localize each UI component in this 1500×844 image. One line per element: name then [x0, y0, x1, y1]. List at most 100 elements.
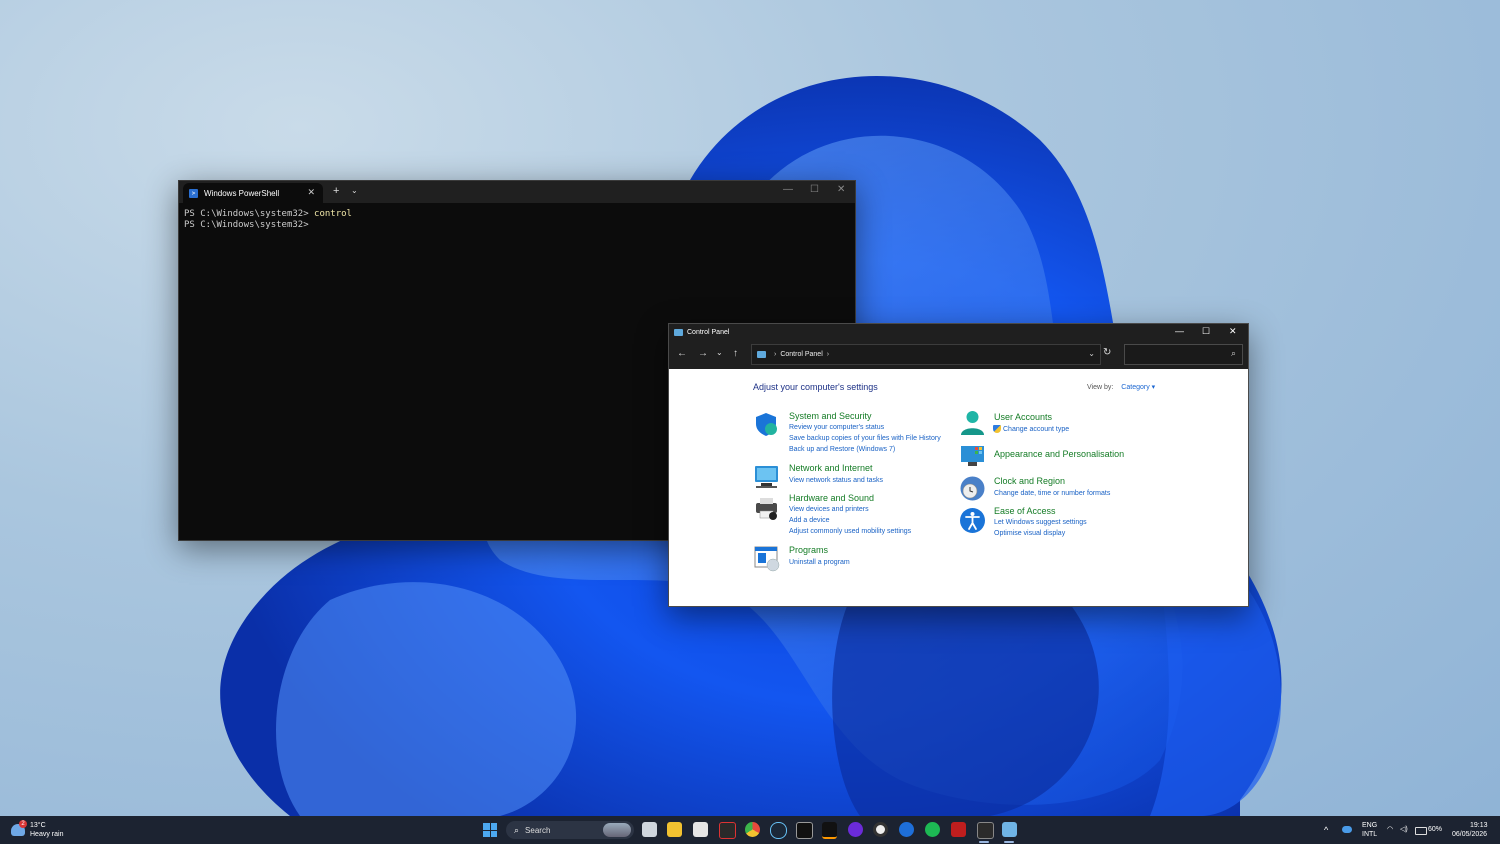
- link-uninstall-program[interactable]: Uninstall a program: [789, 559, 850, 566]
- control-panel-titlebar[interactable]: Control Panel — ☐ ✕: [669, 324, 1248, 340]
- link-devices-printers[interactable]: View devices and printers: [789, 506, 869, 513]
- breadcrumb-separator: ›: [774, 351, 777, 358]
- link-windows-suggest-settings[interactable]: Let Windows suggest settings: [994, 519, 1087, 526]
- weather-widget[interactable]: 2 13°C Heavy rain: [8, 820, 78, 842]
- minimize-button[interactable]: —: [783, 184, 793, 195]
- address-bar[interactable]: › Control Panel › ⌄: [751, 344, 1101, 365]
- powershell-icon: >: [189, 188, 198, 198]
- tab-windows-powershell[interactable]: > Windows PowerShell ✕: [183, 183, 323, 203]
- taskbar: 2 13°C Heavy rain ⌕ Search ^ ENG INTL ◠ …: [0, 816, 1500, 844]
- uac-shield-icon: [993, 425, 1001, 433]
- filezilla-icon[interactable]: [951, 822, 966, 837]
- steam-icon[interactable]: [770, 822, 787, 839]
- battery-percent[interactable]: 60%: [1428, 826, 1442, 834]
- minimize-button[interactable]: —: [1175, 326, 1184, 336]
- up-button[interactable]: ↑: [733, 348, 738, 359]
- breadcrumb-chevron[interactable]: ›: [827, 351, 829, 358]
- tab-close-button[interactable]: ✕: [307, 187, 315, 198]
- maximize-button[interactable]: ☐: [810, 184, 819, 195]
- forward-button[interactable]: →: [698, 348, 708, 359]
- link-optimise-visual-display[interactable]: Optimise visual display: [994, 530, 1065, 537]
- tab-title: Windows PowerShell: [204, 188, 280, 198]
- monitor-icon: [961, 446, 984, 466]
- clock-time[interactable]: 19:13: [1470, 822, 1488, 830]
- clock-date[interactable]: 06/05/2026: [1452, 831, 1487, 839]
- epic-icon[interactable]: [796, 822, 813, 839]
- link-file-history[interactable]: Save backup copies of your files with Fi…: [789, 435, 941, 442]
- terminal-active-indicator: [979, 841, 989, 843]
- spotify-icon[interactable]: [925, 822, 940, 837]
- control-panel-icon: [674, 328, 683, 336]
- printer-icon: [756, 498, 777, 520]
- taskbar-search[interactable]: ⌕ Search: [506, 821, 634, 839]
- back-button[interactable]: ←: [677, 348, 687, 359]
- folder-icon[interactable]: [667, 822, 682, 837]
- address-dropdown-button[interactable]: ⌄: [1088, 349, 1095, 358]
- shield-icon: [756, 413, 777, 436]
- language-layout[interactable]: INTL: [1362, 831, 1377, 839]
- terminal-output[interactable]: PS C:\Windows\system32> control PS C:\Wi…: [179, 203, 855, 237]
- weather-temperature: 13°C: [30, 822, 46, 829]
- terminal-titlebar[interactable]: > Windows PowerShell ✕ + ⌄ — ☐ ✕: [179, 181, 855, 203]
- link-add-device[interactable]: Add a device: [789, 517, 829, 524]
- link-date-time-formats[interactable]: Change date, time or number formats: [994, 490, 1110, 497]
- start-icon[interactable]: [483, 823, 497, 837]
- control-panel-window[interactable]: Control Panel — ☐ ✕ ← → ⌄ ↑ › Control Pa…: [668, 323, 1249, 607]
- link-network-status[interactable]: View network status and tasks: [789, 477, 883, 484]
- close-button[interactable]: ✕: [1229, 326, 1237, 337]
- breadcrumb-control-panel[interactable]: Control Panel: [780, 351, 822, 358]
- control-panel-content: Adjust your computer's settings View by:…: [669, 369, 1248, 604]
- maximize-button[interactable]: ☐: [1202, 326, 1210, 337]
- media-icon[interactable]: [719, 822, 736, 839]
- prompt-line-2: PS C:\Windows\system32>: [184, 220, 309, 230]
- category-user-accounts[interactable]: User Accounts: [994, 412, 1052, 422]
- battery-icon[interactable]: [1415, 827, 1427, 835]
- language-code[interactable]: ENG: [1362, 822, 1377, 830]
- volume-icon[interactable]: ◁): [1400, 826, 1408, 834]
- show-hidden-icons-button[interactable]: ^: [1324, 826, 1328, 835]
- tab-dropdown-button[interactable]: ⌄: [351, 186, 358, 195]
- category-appearance-and-personalisation[interactable]: Appearance and Personalisation: [994, 449, 1124, 459]
- category-clock-and-region[interactable]: Clock and Region: [994, 476, 1065, 486]
- view-by-label: View by:: [1087, 384, 1114, 391]
- control-panel-icon[interactable]: [1002, 822, 1017, 837]
- network-icon: [755, 466, 778, 488]
- close-button[interactable]: ✕: [837, 184, 845, 195]
- chrome-icon[interactable]: [745, 822, 760, 837]
- search-icon: ⌕: [1230, 348, 1236, 358]
- category-system-and-security[interactable]: System and Security: [789, 411, 872, 421]
- amazon-icon[interactable]: [822, 822, 837, 839]
- control-panel-icon: [757, 351, 766, 358]
- category-programs[interactable]: Programs: [789, 545, 828, 555]
- view-by-dropdown[interactable]: Category ▾: [1121, 384, 1155, 391]
- terminal-icon[interactable]: [977, 822, 994, 839]
- search-input[interactable]: ⌕: [1124, 344, 1243, 365]
- navigation-bar: ← → ⌄ ↑ › Control Panel › ⌄ ↻ ⌕: [669, 340, 1248, 369]
- search-icon: ⌕: [514, 824, 520, 835]
- obs-icon[interactable]: [873, 822, 888, 837]
- link-backup-restore[interactable]: Back up and Restore (Windows 7): [789, 446, 895, 453]
- task-view-icon[interactable]: [642, 822, 657, 837]
- circle-app-icon[interactable]: [848, 822, 863, 837]
- category-network-and-internet[interactable]: Network and Internet: [789, 463, 873, 473]
- wifi-icon[interactable]: ◠: [1387, 826, 1393, 834]
- search-highlight-image: [603, 823, 631, 837]
- refresh-button[interactable]: ↻: [1103, 347, 1111, 358]
- command-text: control: [314, 209, 352, 219]
- search-label: Search: [525, 825, 551, 835]
- control-panel-active-indicator: [1004, 841, 1014, 843]
- category-hardware-and-sound[interactable]: Hardware and Sound: [789, 493, 874, 503]
- remote-icon[interactable]: [899, 822, 914, 837]
- store-icon[interactable]: [693, 822, 708, 837]
- cloud-icon[interactable]: [1342, 826, 1352, 833]
- link-change-account-type[interactable]: Change account type: [1003, 426, 1069, 433]
- new-tab-button[interactable]: +: [333, 185, 339, 197]
- recent-locations-button[interactable]: ⌄: [716, 348, 723, 357]
- page-title: Adjust your computer's settings: [753, 382, 878, 392]
- programs-icon: [754, 546, 780, 572]
- category-ease-of-access[interactable]: Ease of Access: [994, 506, 1056, 516]
- link-review-status[interactable]: Review your computer's status: [789, 424, 884, 431]
- link-mobility-settings[interactable]: Adjust commonly used mobility settings: [789, 528, 911, 535]
- prompt-line-1: PS C:\Windows\system32>: [184, 209, 315, 219]
- weather-badge: 2: [19, 820, 27, 828]
